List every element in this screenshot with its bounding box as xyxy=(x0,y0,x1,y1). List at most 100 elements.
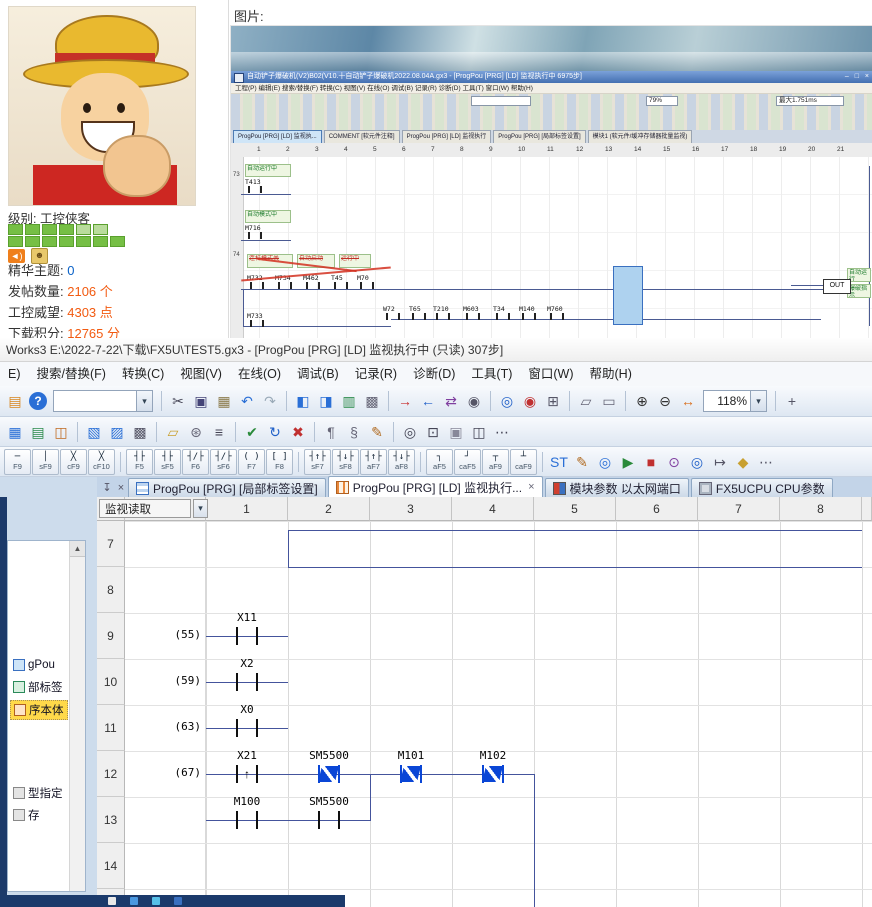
column-header-2[interactable]: 2 xyxy=(288,497,370,521)
taskbar-app-icon-3[interactable] xyxy=(174,897,182,905)
row-header-13[interactable]: 13 xyxy=(97,797,125,843)
read-mode-icon[interactable]: ◎ xyxy=(594,451,616,473)
ladder-contact-X0[interactable] xyxy=(235,718,259,738)
ladder-symbol-F6-button[interactable]: ┤/├F6 xyxy=(182,449,209,475)
find-icon[interactable]: ◎ xyxy=(496,390,518,412)
convert-icon[interactable]: ✔ xyxy=(241,421,263,443)
windows-taskbar[interactable] xyxy=(0,895,345,907)
tree-item-2[interactable]: 序本体 xyxy=(10,700,68,720)
ladder-symbol-sF5-button[interactable]: ┤├sF5 xyxy=(154,449,181,475)
menu-item-6[interactable]: 记录(R) xyxy=(347,362,405,386)
folder-open-icon[interactable]: ▱ xyxy=(162,421,184,443)
settings-icon[interactable]: ⊛ xyxy=(185,421,207,443)
parameter-icon[interactable]: ▦ xyxy=(4,421,26,443)
find-replace-icon[interactable]: ◉ xyxy=(519,390,541,412)
row-header-9[interactable]: 9 xyxy=(97,613,125,659)
row-header-10[interactable]: 10 xyxy=(97,659,125,705)
jump-icon[interactable]: ↦ xyxy=(709,451,731,473)
ladder-symbol-F8-button[interactable]: [ ]F8 xyxy=(266,449,293,475)
ladder-symbol-aF9-button[interactable]: ┬aF9 xyxy=(482,449,509,475)
taskbar-app-icon-0[interactable] xyxy=(108,897,116,905)
column-header-4[interactable]: 4 xyxy=(452,497,534,521)
row-header-7[interactable]: 7 xyxy=(97,521,125,567)
selection-mode-icon[interactable]: ⊡ xyxy=(422,421,444,443)
window-cascade-icon[interactable]: ▱ xyxy=(575,390,597,412)
tree-item-4[interactable]: 存 xyxy=(10,806,43,824)
avatar-image[interactable] xyxy=(8,6,196,206)
window-tile-icon[interactable]: ▭ xyxy=(598,390,620,412)
help-icon[interactable]: ? xyxy=(29,392,47,410)
ladder-symbol-caF9-button[interactable]: ┴caF9 xyxy=(510,449,537,475)
tab-label-table[interactable]: ProgPou [PRG] [局部标签设置] xyxy=(128,478,326,497)
tree-item-0[interactable]: gPou xyxy=(10,656,58,674)
ladder-symbol-cF10-button[interactable]: ╳cF10 xyxy=(88,449,115,475)
monitor-on-icon[interactable]: ▶ xyxy=(617,451,639,473)
monitor-start-icon[interactable]: ◧ xyxy=(292,390,314,412)
ladder-contact-M101[interactable] xyxy=(399,764,423,784)
monitor-off-icon[interactable]: ■ xyxy=(640,451,662,473)
ladder-contact-X21[interactable]: ↑ xyxy=(235,764,259,784)
device-search-icon[interactable]: ◎ xyxy=(399,421,421,443)
monitor-stop-icon[interactable]: ◨ xyxy=(315,390,337,412)
write-to-plc-icon[interactable]: → xyxy=(394,390,416,412)
watch-window-icon[interactable]: ▩ xyxy=(361,390,383,412)
ladder-symbol-sF8-button[interactable]: ┤↓├sF8 xyxy=(332,449,359,475)
menu-item-2[interactable]: 转换(C) xyxy=(114,362,172,386)
ladder-symbol-sF9-button[interactable]: │sF9 xyxy=(32,449,59,475)
column-header-7[interactable]: 7 xyxy=(698,497,780,521)
window-titlebar[interactable]: Works3 E:\2022-7-22\下载\FX5U\TEST5.gx3 - … xyxy=(0,338,872,362)
remote-operation-icon[interactable]: ◉ xyxy=(463,390,485,412)
ladder-contact-X2[interactable] xyxy=(235,672,259,692)
menu-item-4[interactable]: 在线(O) xyxy=(230,362,289,386)
rebuild-all-icon[interactable]: ↻ xyxy=(264,421,286,443)
ladder-symbol-aF7-button[interactable]: ┤↑├aF7 xyxy=(360,449,387,475)
label-editor-icon[interactable]: ▤ xyxy=(27,421,49,443)
comment-display-icon[interactable]: ¶ xyxy=(320,421,342,443)
monitor-mode-combobox[interactable]: 监视读取 xyxy=(99,499,191,518)
interlock-icon[interactable]: ▣ xyxy=(445,421,467,443)
cross-reference-icon[interactable]: ⊞ xyxy=(542,390,564,412)
zoom-out-icon[interactable]: ⊖ xyxy=(654,390,676,412)
device-batch-monitor-icon[interactable]: ▥ xyxy=(338,390,360,412)
device-memory-icon[interactable]: ▨ xyxy=(106,421,128,443)
row-header-14[interactable]: 14 xyxy=(97,843,125,889)
ladder-symbol-aF8-button[interactable]: ┤↓├aF8 xyxy=(388,449,415,475)
read-from-plc-icon[interactable]: ← xyxy=(417,390,439,412)
ladder-contact-X11[interactable] xyxy=(235,626,259,646)
device-test-icon[interactable]: ⊙ xyxy=(663,451,685,473)
ladder-symbol-F9-button[interactable]: ─F9 xyxy=(4,449,31,475)
list-view-icon[interactable]: ≡ xyxy=(208,421,230,443)
ladder-contact-SM5500[interactable] xyxy=(317,810,341,830)
ladder-contact-M100[interactable] xyxy=(235,810,259,830)
ladder-contact-SM5500[interactable] xyxy=(317,764,341,784)
menu-item-7[interactable]: 诊断(D) xyxy=(405,362,463,386)
ladder-symbol-cF9-button[interactable]: ╳cF9 xyxy=(60,449,87,475)
memory-card-icon[interactable]: ▩ xyxy=(129,421,151,443)
ladder-symbol-sF7-button[interactable]: ┤↑├sF7 xyxy=(304,449,331,475)
scroll-up-icon[interactable]: ▲ xyxy=(70,541,85,557)
redo-icon[interactable]: ↷ xyxy=(259,390,281,412)
device-comment-icon[interactable]: ▧ xyxy=(83,421,105,443)
cut-icon[interactable]: ✂ xyxy=(167,390,189,412)
column-header-5[interactable]: 5 xyxy=(534,497,616,521)
menu-item-8[interactable]: 工具(T) xyxy=(463,362,520,386)
verify-with-plc-icon[interactable]: ⇄ xyxy=(440,390,462,412)
zoom-combobox[interactable]: 118%▾ xyxy=(703,390,767,412)
row-header-12[interactable]: 12 xyxy=(97,751,125,797)
edit-ladder-icon[interactable]: ✎ xyxy=(571,451,593,473)
pan-icon[interactable]: + xyxy=(781,390,803,412)
column-header-8[interactable]: 8 xyxy=(780,497,862,521)
ladder-symbol-F5-button[interactable]: ┤├F5 xyxy=(126,449,153,475)
tree-scrollbar[interactable]: ▲ xyxy=(69,541,85,891)
ladder-symbol-sF6-button[interactable]: ┤/├sF6 xyxy=(210,449,237,475)
toolbar-combobox[interactable]: ▾ xyxy=(53,390,153,412)
project-icon[interactable]: ▤ xyxy=(4,390,26,412)
menu-item-3[interactable]: 视图(V) xyxy=(172,362,230,386)
menu-item-5[interactable]: 调试(B) xyxy=(289,362,347,386)
fit-width-icon[interactable]: ↔ xyxy=(677,390,699,412)
options-icon[interactable]: ⋯ xyxy=(491,421,513,443)
menu-item-9[interactable]: 窗口(W) xyxy=(520,362,581,386)
window-split-icon[interactable]: ◫ xyxy=(468,421,490,443)
ladder-symbol-aF5-button[interactable]: ┐aF5 xyxy=(426,449,453,475)
tab-cpu-param[interactable]: FX5UCPU CPU参数 xyxy=(691,478,833,497)
